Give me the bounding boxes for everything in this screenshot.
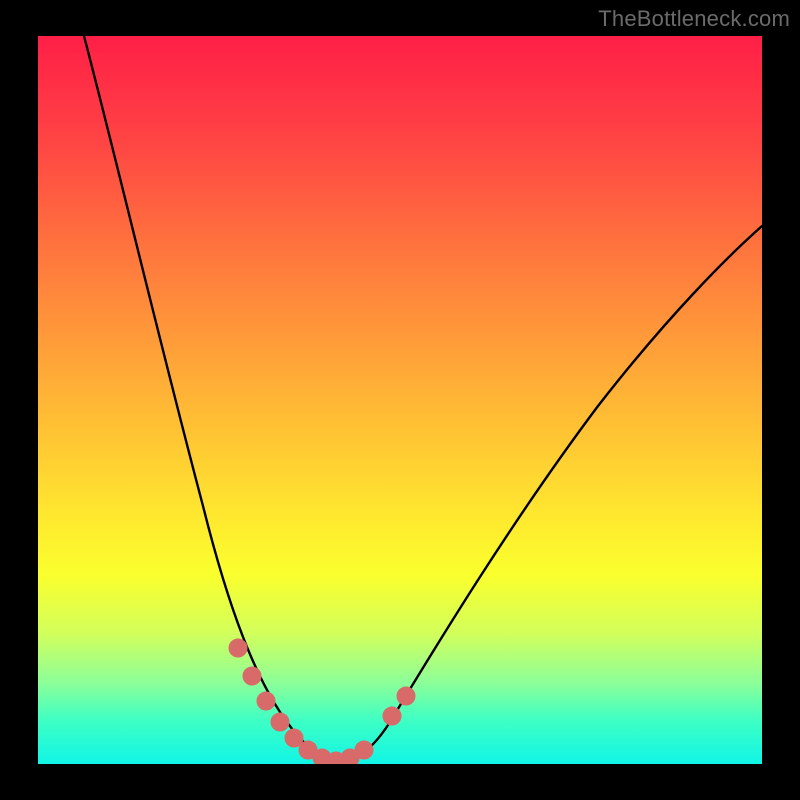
- chart-frame: TheBottleneck.com: [0, 0, 800, 800]
- marker-group: [229, 639, 415, 764]
- watermark-text: TheBottleneck.com: [598, 6, 790, 32]
- marker-point: [355, 741, 373, 759]
- plot-area: [38, 36, 762, 764]
- marker-point: [229, 639, 247, 657]
- curve-layer: [38, 36, 762, 764]
- marker-point: [285, 729, 303, 747]
- marker-point: [257, 692, 275, 710]
- bottleneck-curve: [84, 36, 762, 762]
- marker-point: [271, 713, 289, 731]
- marker-point: [243, 667, 261, 685]
- marker-point: [397, 687, 415, 705]
- marker-point: [383, 707, 401, 725]
